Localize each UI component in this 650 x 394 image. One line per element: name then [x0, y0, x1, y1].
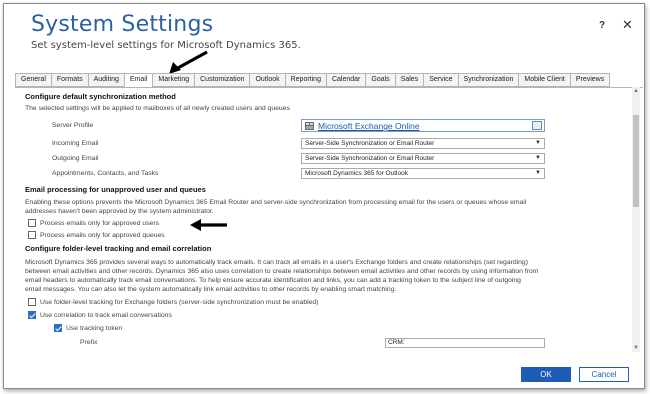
server-profile-label: Server Profile: [52, 122, 94, 129]
tab-reporting[interactable]: Reporting: [284, 73, 326, 87]
tab-auditing[interactable]: Auditing: [87, 73, 124, 87]
correlation-label: Use correlation to track email conversat…: [40, 311, 172, 319]
approved-queues-label: Process emails only for approved queues: [40, 231, 165, 239]
prefix-label: Prefix: [80, 339, 98, 346]
tab-general[interactable]: General: [15, 73, 51, 87]
correlation-checkbox[interactable]: [28, 311, 36, 319]
scroll-thumb[interactable]: [633, 115, 639, 207]
scroll-down-icon[interactable]: ▼: [632, 344, 640, 352]
tracking-token-checkbox[interactable]: [54, 324, 62, 332]
tab-service[interactable]: Service: [423, 73, 458, 87]
approved-queues-option[interactable]: Process emails only for approved queues: [28, 231, 165, 239]
folder-description-1: Microsoft Dynamics 365 provides several …: [25, 259, 528, 266]
folder-tracking-checkbox[interactable]: [28, 298, 36, 306]
folder-description-2: between email activities and other recor…: [25, 268, 539, 275]
dialog-title: System Settings: [31, 12, 214, 37]
unapproved-description-1: Enabling these options prevents the Micr…: [25, 199, 527, 206]
tab-outlook[interactable]: Outlook: [249, 73, 285, 87]
tab-formats[interactable]: Formats: [50, 73, 88, 87]
sync-description: The selected settings will be applied to…: [25, 105, 290, 112]
unapproved-section-heading: Email processing for unapproved user and…: [25, 185, 206, 194]
approved-users-label: Process emails only for approved users: [40, 219, 159, 227]
approved-users-checkbox[interactable]: [28, 219, 36, 227]
tab-goals[interactable]: Goals: [365, 73, 395, 87]
chevron-down-icon: ▼: [535, 155, 541, 161]
outgoing-email-label: Outgoing Email: [52, 155, 99, 162]
folder-tracking-label: Use folder-level tracking for Exchange f…: [40, 298, 319, 306]
incoming-email-label: Incoming Email: [52, 140, 99, 147]
system-settings-dialog: System Settings Set system-level setting…: [3, 3, 645, 389]
vertical-scrollbar[interactable]: ▲ ▼: [632, 87, 640, 352]
lookup-icon[interactable]: [532, 121, 542, 130]
exchange-server-icon: [305, 122, 314, 130]
folder-description-4: email messages. You can also let the sys…: [25, 286, 397, 293]
cancel-button[interactable]: Cancel: [579, 367, 629, 382]
approved-queues-checkbox[interactable]: [28, 231, 36, 239]
incoming-email-select[interactable]: Server-Side Synchronization or Email Rou…: [301, 138, 545, 149]
chevron-down-icon: ▼: [535, 140, 541, 146]
email-settings-panel: Configure default synchronization method…: [15, 87, 643, 352]
appointments-label: Appointments, Contacts, and Tasks: [52, 170, 159, 177]
incoming-email-value: Server-Side Synchronization or Email Rou…: [305, 140, 435, 147]
ok-button[interactable]: OK: [521, 367, 571, 382]
tab-calendar[interactable]: Calendar: [325, 73, 366, 87]
annotation-arrow-icon: [190, 219, 227, 231]
unapproved-description-2: addresses haven't been approved by the s…: [25, 208, 214, 215]
correlation-option[interactable]: Use correlation to track email conversat…: [28, 311, 172, 319]
tab-mobile-client[interactable]: Mobile Client: [518, 73, 570, 87]
chevron-down-icon: ▼: [535, 170, 541, 176]
folder-tracking-option[interactable]: Use folder-level tracking for Exchange f…: [28, 298, 318, 306]
tab-customization[interactable]: Customization: [194, 73, 250, 87]
tracking-token-label: Use tracking token: [66, 324, 123, 332]
tab-previews[interactable]: Previews: [569, 73, 611, 87]
server-profile-link[interactable]: Microsoft Exchange Online: [318, 121, 420, 131]
tab-marketing[interactable]: Marketing: [152, 73, 195, 87]
sync-section-heading: Configure default synchronization method: [25, 92, 176, 101]
settings-tabs: General Formats Auditing Email Marketing…: [15, 73, 611, 87]
server-profile-lookup[interactable]: Microsoft Exchange Online: [301, 119, 545, 132]
folder-section-heading: Configure folder-level tracking and emai…: [25, 244, 212, 253]
tab-email[interactable]: Email: [123, 73, 153, 87]
approved-users-option[interactable]: Process emails only for approved users: [28, 219, 159, 227]
help-button[interactable]: ?: [599, 20, 605, 31]
outgoing-email-value: Server-Side Synchronization or Email Rou…: [305, 155, 435, 162]
scroll-up-icon[interactable]: ▲: [632, 87, 640, 95]
folder-description-3: email headers to automatically track ema…: [25, 277, 521, 284]
close-button[interactable]: ✕: [622, 17, 633, 33]
dialog-subtitle: Set system-level settings for Microsoft …: [31, 40, 301, 51]
tab-sales[interactable]: Sales: [394, 73, 424, 87]
appointments-value: Microsoft Dynamics 365 for Outlook: [305, 170, 408, 177]
tracking-token-option[interactable]: Use tracking token: [54, 324, 122, 332]
tab-synchronization[interactable]: Synchronization: [457, 73, 519, 87]
outgoing-email-select[interactable]: Server-Side Synchronization or Email Rou…: [301, 153, 545, 164]
prefix-input[interactable]: CRM:: [385, 338, 545, 348]
appointments-select[interactable]: Microsoft Dynamics 365 for Outlook ▼: [301, 168, 545, 179]
